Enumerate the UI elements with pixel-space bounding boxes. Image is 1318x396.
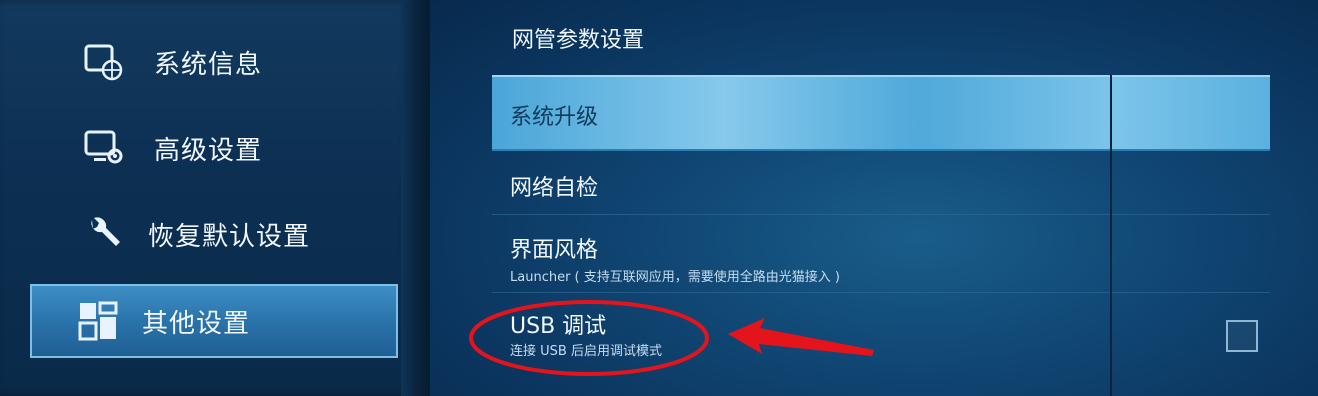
menu-item-system-upgrade[interactable]: 系统升级 [492, 75, 1270, 151]
menu-item-label: 系统升级 [510, 105, 599, 130]
divider [492, 292, 1270, 293]
sidebar-item-label: 高级设置 [154, 135, 263, 166]
menu-item-description: 连接 USB 后启用调试模式 [510, 344, 662, 359]
settings-content: 网管参数设置 系统升级 网络自检 界面风格 Launcher ( 支持互联网应用… [430, 0, 1318, 396]
usb-debugging-checkbox[interactable] [1226, 320, 1258, 352]
sidebar-item-other-settings[interactable]: 其他设置 [30, 284, 398, 358]
sidebar-item-label: 系统信息 [154, 49, 263, 80]
sidebar-item-system-info[interactable]: 系统信息 [38, 26, 398, 98]
panel-gap [415, 0, 430, 396]
sidebar-item-label: 恢复默认设置 [148, 221, 311, 252]
sidebar-item-restore-defaults[interactable]: 恢复默认设置 [38, 198, 398, 270]
menu-item-label: USB 调试 [510, 314, 607, 339]
wrench-icon [91, 217, 120, 246]
sidebar-item-advanced-settings[interactable]: 高级设置 [38, 112, 398, 184]
column-divider [1110, 75, 1112, 396]
menu-item-label: 界面风格 [510, 238, 599, 263]
menu-item-usb-debugging[interactable]: USB 调试 连接 USB 后启用调试模式 [492, 294, 1270, 368]
sidebar: 系统信息 高级设置 恢复默认设置 其他设置 [0, 0, 415, 396]
tiles-icon [78, 301, 118, 341]
menu-item-interface-style[interactable]: 界面风格 Launcher ( 支持互联网应用，需要使用全路由光猫接入 ) [492, 216, 1270, 290]
advanced-settings-icon [84, 130, 123, 164]
sidebar-item-label: 其他设置 [142, 308, 251, 339]
divider [492, 214, 1270, 215]
menu-item-description: Launcher ( 支持互联网应用，需要使用全路由光猫接入 ) [510, 270, 840, 285]
menu-item-network-self-check[interactable]: 网络自检 [492, 152, 1270, 212]
section-title: 网管参数设置 [512, 28, 645, 53]
system-info-icon [84, 44, 123, 81]
menu-item-label: 网络自检 [510, 176, 599, 201]
